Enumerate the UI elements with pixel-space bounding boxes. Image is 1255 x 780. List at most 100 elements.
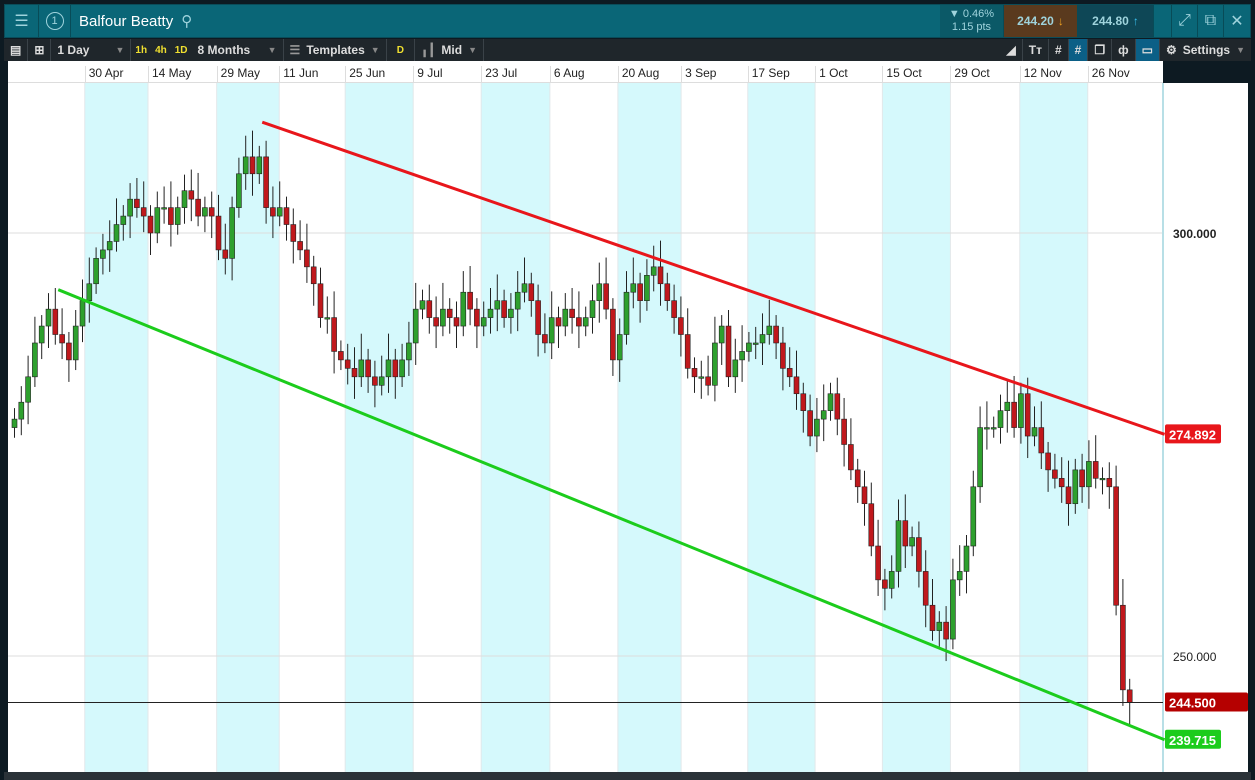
week-band	[617, 83, 682, 772]
instrument-title[interactable]: Balfour Beatty ⚲	[71, 12, 192, 31]
candle-body	[963, 545, 970, 572]
candle-body	[637, 283, 643, 301]
buy-button[interactable]: 244.80 ↑	[1078, 5, 1154, 37]
list-icon[interactable]: ▤	[4, 39, 29, 61]
candle-body	[868, 503, 875, 547]
candle-body	[412, 308, 419, 344]
windows-icon[interactable]: ❐	[1088, 39, 1113, 61]
quick-4h[interactable]: 4h	[151, 45, 171, 56]
expand-icon[interactable]: ⤢	[1172, 5, 1198, 37]
x-tick-label: 15 Oct	[882, 66, 922, 83]
candle-body	[66, 342, 72, 361]
draw-line-icon[interactable]: ◢	[1001, 39, 1023, 61]
change-pts: 1.15 pts	[951, 21, 992, 33]
candle-body	[1018, 393, 1024, 428]
candle-body	[38, 325, 45, 344]
candle-body	[249, 156, 256, 175]
candle-body	[644, 275, 650, 301]
candle-body	[827, 393, 834, 411]
candle-body	[691, 368, 698, 378]
candle-body	[834, 393, 841, 420]
candle-body	[202, 207, 208, 217]
x-tick-label: 29 Oct	[950, 66, 990, 83]
close-icon[interactable]: ✕	[1224, 5, 1250, 37]
candle-body	[780, 342, 786, 369]
candle-body	[576, 317, 582, 327]
text-icon[interactable]: Tт	[1023, 39, 1049, 61]
candle-body	[154, 207, 161, 234]
candle-body	[841, 418, 847, 445]
candle-body	[854, 469, 861, 488]
buy-price: 244.80	[1092, 14, 1129, 28]
grid-edit-icon[interactable]: #	[1068, 39, 1089, 61]
price-type-select[interactable]: ╻┃ Mid ▼	[415, 39, 484, 61]
candle-body	[113, 224, 120, 242]
candle-body	[603, 283, 609, 310]
templates-label: Templates	[306, 43, 365, 57]
candle-body	[508, 308, 514, 318]
templates-button[interactable]: ☰ Templates ▼	[284, 39, 387, 61]
candle-body	[569, 308, 575, 318]
candle-body	[399, 359, 405, 378]
candle-body	[909, 537, 915, 547]
quick-1d[interactable]: 1D	[171, 45, 192, 56]
candle-body	[732, 359, 739, 378]
candle-body	[433, 317, 439, 327]
support-label: 239.715	[1169, 733, 1216, 748]
grid-icon[interactable]: #	[1049, 39, 1069, 61]
candle-body	[705, 376, 711, 386]
candle-body	[378, 376, 385, 386]
candle-body	[773, 325, 779, 344]
x-tick-label: 6 Aug	[549, 66, 585, 83]
candle-body	[555, 317, 562, 327]
x-tick-label: 3 Sep	[681, 66, 716, 83]
x-tick-label: 17 Sep	[747, 66, 790, 83]
hamburger-icon[interactable]: ☰	[5, 5, 39, 37]
candle-body	[25, 376, 31, 403]
interval-select[interactable]: 1 Day ▼	[51, 39, 132, 61]
workspace-badge[interactable]: 1	[39, 5, 71, 37]
candle-body	[147, 215, 154, 234]
candle-body	[1072, 469, 1079, 505]
candle-body	[814, 418, 820, 437]
popout-icon[interactable]: ⧉	[1198, 5, 1224, 37]
label-icon[interactable]: ▭	[1135, 39, 1160, 61]
candle-body	[712, 342, 718, 386]
candle-body	[351, 368, 358, 378]
chart-toolbar: ▤ ⊞ 1 Day ▼ 1h 4h 1D 8 Months ▼ ☰ Templates…	[4, 39, 1251, 61]
candle-body	[392, 359, 399, 378]
candle-body	[807, 410, 813, 437]
settings-button[interactable]: ⚙ Settings ▼	[1160, 39, 1251, 61]
sell-button[interactable]: 244.20 ↓	[1004, 5, 1078, 37]
candle-body	[1126, 689, 1133, 703]
layout-icon[interactable]: ⊞	[28, 39, 52, 61]
candle-body	[888, 571, 895, 589]
candle-body	[181, 190, 188, 208]
range-select[interactable]: 8 Months ▼	[192, 39, 284, 61]
sliders-icon: ☰	[289, 43, 301, 57]
candle-body	[984, 427, 990, 430]
chart-area[interactable]: 300.000 250.000 274.892 239.715 244.500	[8, 83, 1248, 772]
candle-body	[168, 207, 174, 225]
candle-body	[1120, 604, 1126, 691]
candlestick-chart[interactable]: 300.000 250.000 274.892 239.715 244.500	[8, 83, 1248, 772]
candle-body	[1086, 461, 1092, 488]
candle-body	[1031, 427, 1038, 437]
candle-body	[610, 308, 616, 361]
candle-body	[650, 266, 657, 276]
candle-body	[623, 291, 630, 335]
quick-1h[interactable]: 1h	[131, 45, 151, 56]
candle-body	[344, 359, 351, 369]
candle-body	[956, 571, 963, 581]
crosshair-icon[interactable]: ф	[1112, 39, 1136, 61]
d-button[interactable]: D	[387, 39, 415, 61]
candle-body	[440, 308, 446, 327]
candle-body	[875, 545, 881, 581]
candle-body	[215, 215, 222, 251]
candle-body	[59, 334, 65, 344]
candle-body	[208, 207, 215, 217]
candle-body	[222, 249, 229, 259]
candle-body	[134, 198, 140, 208]
search-icon[interactable]: ⚲	[181, 12, 192, 30]
candle-body	[188, 190, 195, 200]
